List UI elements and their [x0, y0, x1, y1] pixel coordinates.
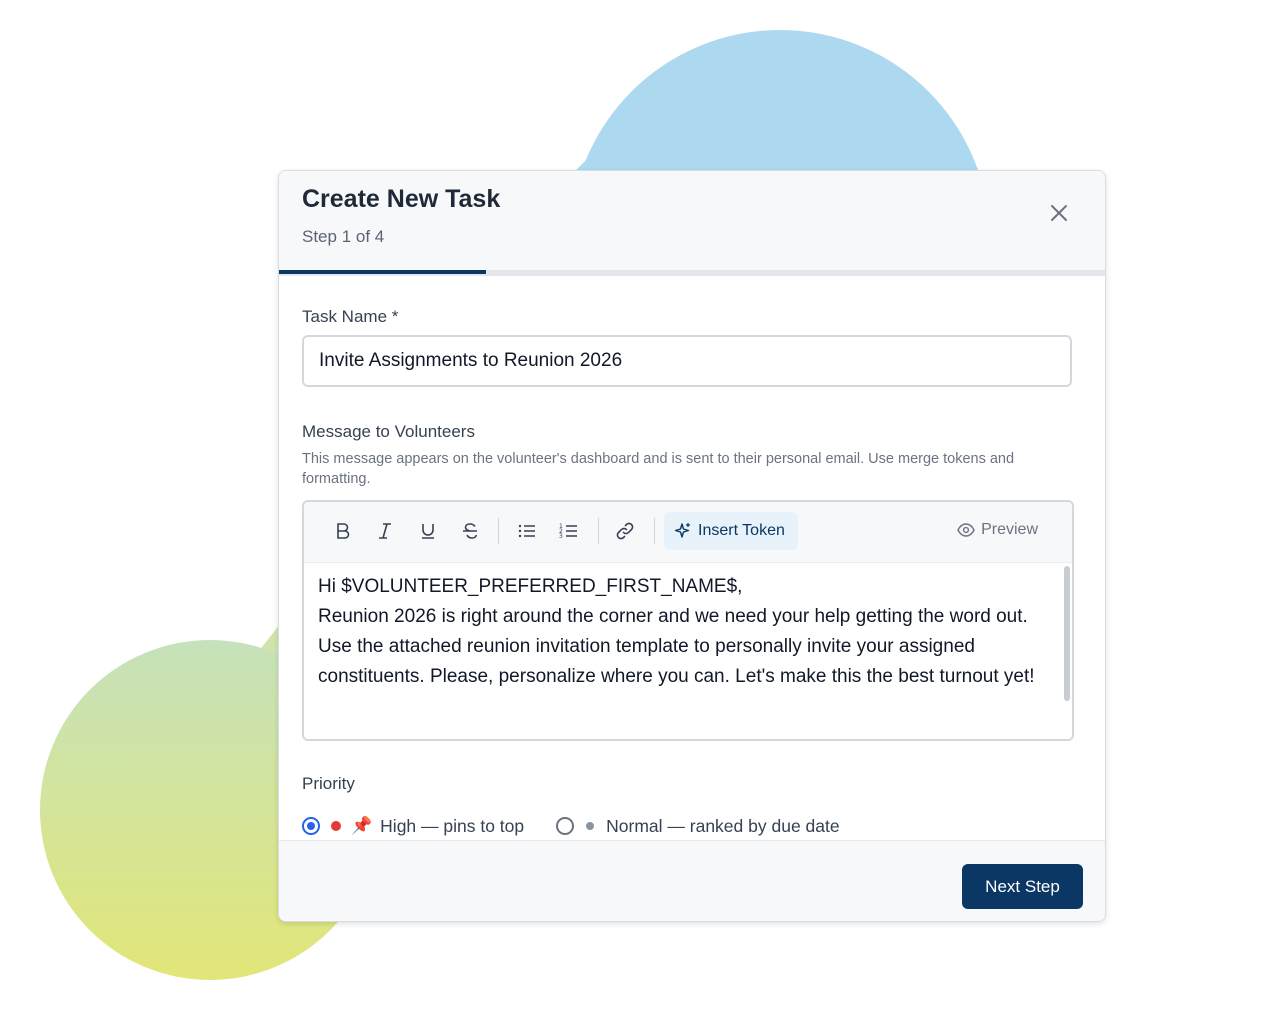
task-name-input[interactable]: Invite Assignments to Reunion 2026	[302, 335, 1072, 387]
toolbar-divider	[654, 518, 655, 544]
svg-text:3: 3	[559, 533, 563, 540]
priority-options: 📌 High — pins to top Normal — ranked by …	[302, 814, 840, 838]
insert-token-button[interactable]: Insert Token	[664, 512, 798, 550]
bulleted-list-icon[interactable]	[512, 516, 542, 546]
priority-normal-radio[interactable]	[556, 817, 575, 835]
eye-icon	[957, 523, 975, 537]
editor-line: Hi $VOLUNTEER_PREFERRED_FIRST_NAME$,	[318, 576, 743, 597]
message-help-text: This message appears on the volunteer's …	[302, 451, 1015, 487]
priority-high-radio[interactable]	[302, 817, 320, 835]
editor-toolbar: 123 Insert Token Preview	[304, 502, 1072, 563]
link-icon[interactable]	[610, 516, 640, 546]
editor-content[interactable]: Hi $VOLUNTEER_PREFERRED_FIRST_NAME$, Reu…	[318, 572, 1053, 692]
task-name-label: Task Name *	[302, 307, 399, 326]
bold-icon[interactable]	[328, 516, 358, 546]
editor-line: Reunion 2026 is right around the corner …	[318, 606, 1035, 687]
priority-high-label[interactable]: High — pins to top	[380, 816, 524, 837]
red-dot-icon	[331, 821, 341, 831]
priority-label: Priority	[302, 774, 355, 793]
underline-icon[interactable]	[413, 516, 443, 546]
preview-label: Preview	[981, 521, 1038, 538]
insert-token-label: Insert Token	[698, 522, 785, 539]
modal-title: Create New Task	[302, 185, 501, 213]
next-step-button[interactable]: Next Step	[962, 864, 1083, 909]
toolbar-divider	[498, 518, 499, 544]
strikethrough-icon[interactable]	[455, 516, 485, 546]
modal-footer: Next Step	[279, 840, 1105, 921]
sparkle-icon	[674, 523, 690, 538]
numbered-list-icon[interactable]: 123	[554, 516, 584, 546]
message-label: Message to Volunteers	[302, 422, 475, 441]
toolbar-divider	[598, 518, 599, 544]
italic-icon[interactable]	[370, 516, 400, 546]
gray-dot-icon	[586, 822, 595, 830]
modal-header: Create New Task Step 1 of 4	[279, 171, 1105, 270]
pushpin-icon: 📌	[351, 816, 373, 835]
progress-track	[279, 270, 1105, 276]
priority-normal-label[interactable]: Normal — ranked by due date	[606, 816, 839, 837]
editor-scrollbar[interactable]	[1064, 566, 1070, 701]
message-editor[interactable]: 123 Insert Token Preview Hi $VOLUNTEER_P…	[302, 500, 1074, 741]
close-icon[interactable]	[1047, 201, 1071, 225]
create-task-modal: Create New Task Step 1 of 4 Task Name * …	[278, 170, 1106, 922]
preview-button[interactable]: Preview	[957, 521, 1038, 539]
step-indicator: Step 1 of 4	[302, 227, 385, 246]
progress-fill	[279, 270, 486, 274]
